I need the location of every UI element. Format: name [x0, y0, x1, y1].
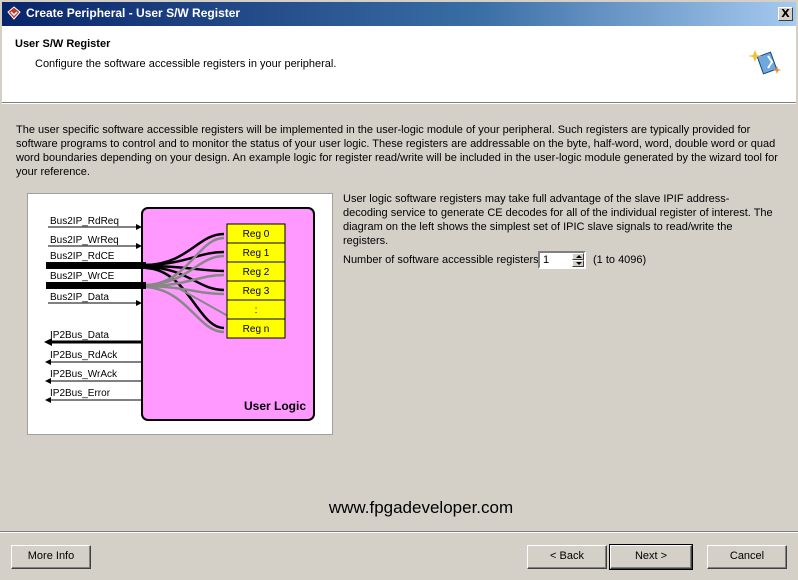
- input-label: Bus2IP_RdCE: [50, 251, 115, 262]
- input-label: Bus2IP_WrReq: [50, 235, 119, 246]
- register-label: Reg 2: [243, 267, 270, 278]
- close-button[interactable]: X: [778, 7, 793, 21]
- register-range: (1 to 4096): [593, 254, 647, 266]
- register-diagram: User Logic Bus2IP_RdReq Bus2IP_WrReq Bus…: [27, 193, 333, 435]
- output-label: IP2Bus_WrAck: [50, 369, 118, 380]
- register-label: Reg 0: [243, 229, 270, 240]
- window-title: Create Peripheral - User S/W Register: [26, 6, 241, 20]
- register-label: Reg n: [243, 324, 270, 335]
- user-logic-label: User Logic: [244, 399, 306, 413]
- output-label: IP2Bus_Error: [50, 388, 111, 399]
- app-icon: [7, 6, 21, 20]
- register-count-value[interactable]: 1: [543, 254, 549, 266]
- register-label: Reg 1: [243, 248, 270, 259]
- spinner-buttons: [572, 253, 584, 267]
- description-text: User logic software registers may take f…: [343, 193, 773, 247]
- output-label: IP2Bus_Data: [50, 330, 109, 341]
- next-button[interactable]: Next >: [609, 544, 693, 570]
- page-title: User S/W Register: [15, 38, 111, 50]
- spin-down-button[interactable]: [572, 260, 584, 267]
- register-label: :: [255, 305, 258, 316]
- input-label: Bus2IP_Data: [50, 292, 109, 303]
- more-info-button[interactable]: More Info: [11, 545, 91, 569]
- register-label: Reg 3: [243, 286, 270, 297]
- register-stack: Reg 0 Reg 1 Reg 2 Reg 3 : Reg n: [226, 223, 286, 339]
- header-divider: [2, 102, 796, 104]
- output-signals: IP2Bus_Data IP2Bus_RdAck IP2Bus_WrAck IP…: [44, 330, 142, 403]
- input-label: Bus2IP_WrCE: [50, 271, 115, 282]
- register-count-spinner[interactable]: 1: [538, 251, 586, 269]
- input-label: Bus2IP_RdReq: [50, 216, 119, 227]
- wizard-header: User S/W Register Configure the software…: [2, 26, 796, 102]
- output-label: IP2Bus_RdAck: [50, 350, 118, 361]
- back-button[interactable]: < Back: [527, 545, 607, 569]
- wizard-icon: [748, 50, 781, 75]
- watermark-text: www.fpgadeveloper.com: [328, 498, 514, 517]
- register-count-label: Number of software accessible registers:: [343, 254, 542, 266]
- title-bar: Create Peripheral - User S/W Register X: [0, 0, 798, 26]
- intro-text: The user specific software accessible re…: [16, 124, 778, 178]
- input-signals: Bus2IP_RdReq Bus2IP_WrReq Bus2IP_RdCE Bu…: [46, 216, 146, 306]
- page-subtitle: Configure the software accessible regist…: [35, 58, 337, 70]
- spin-up-button[interactable]: [572, 253, 584, 260]
- footer-divider: [0, 531, 798, 533]
- cancel-button[interactable]: Cancel: [707, 545, 787, 569]
